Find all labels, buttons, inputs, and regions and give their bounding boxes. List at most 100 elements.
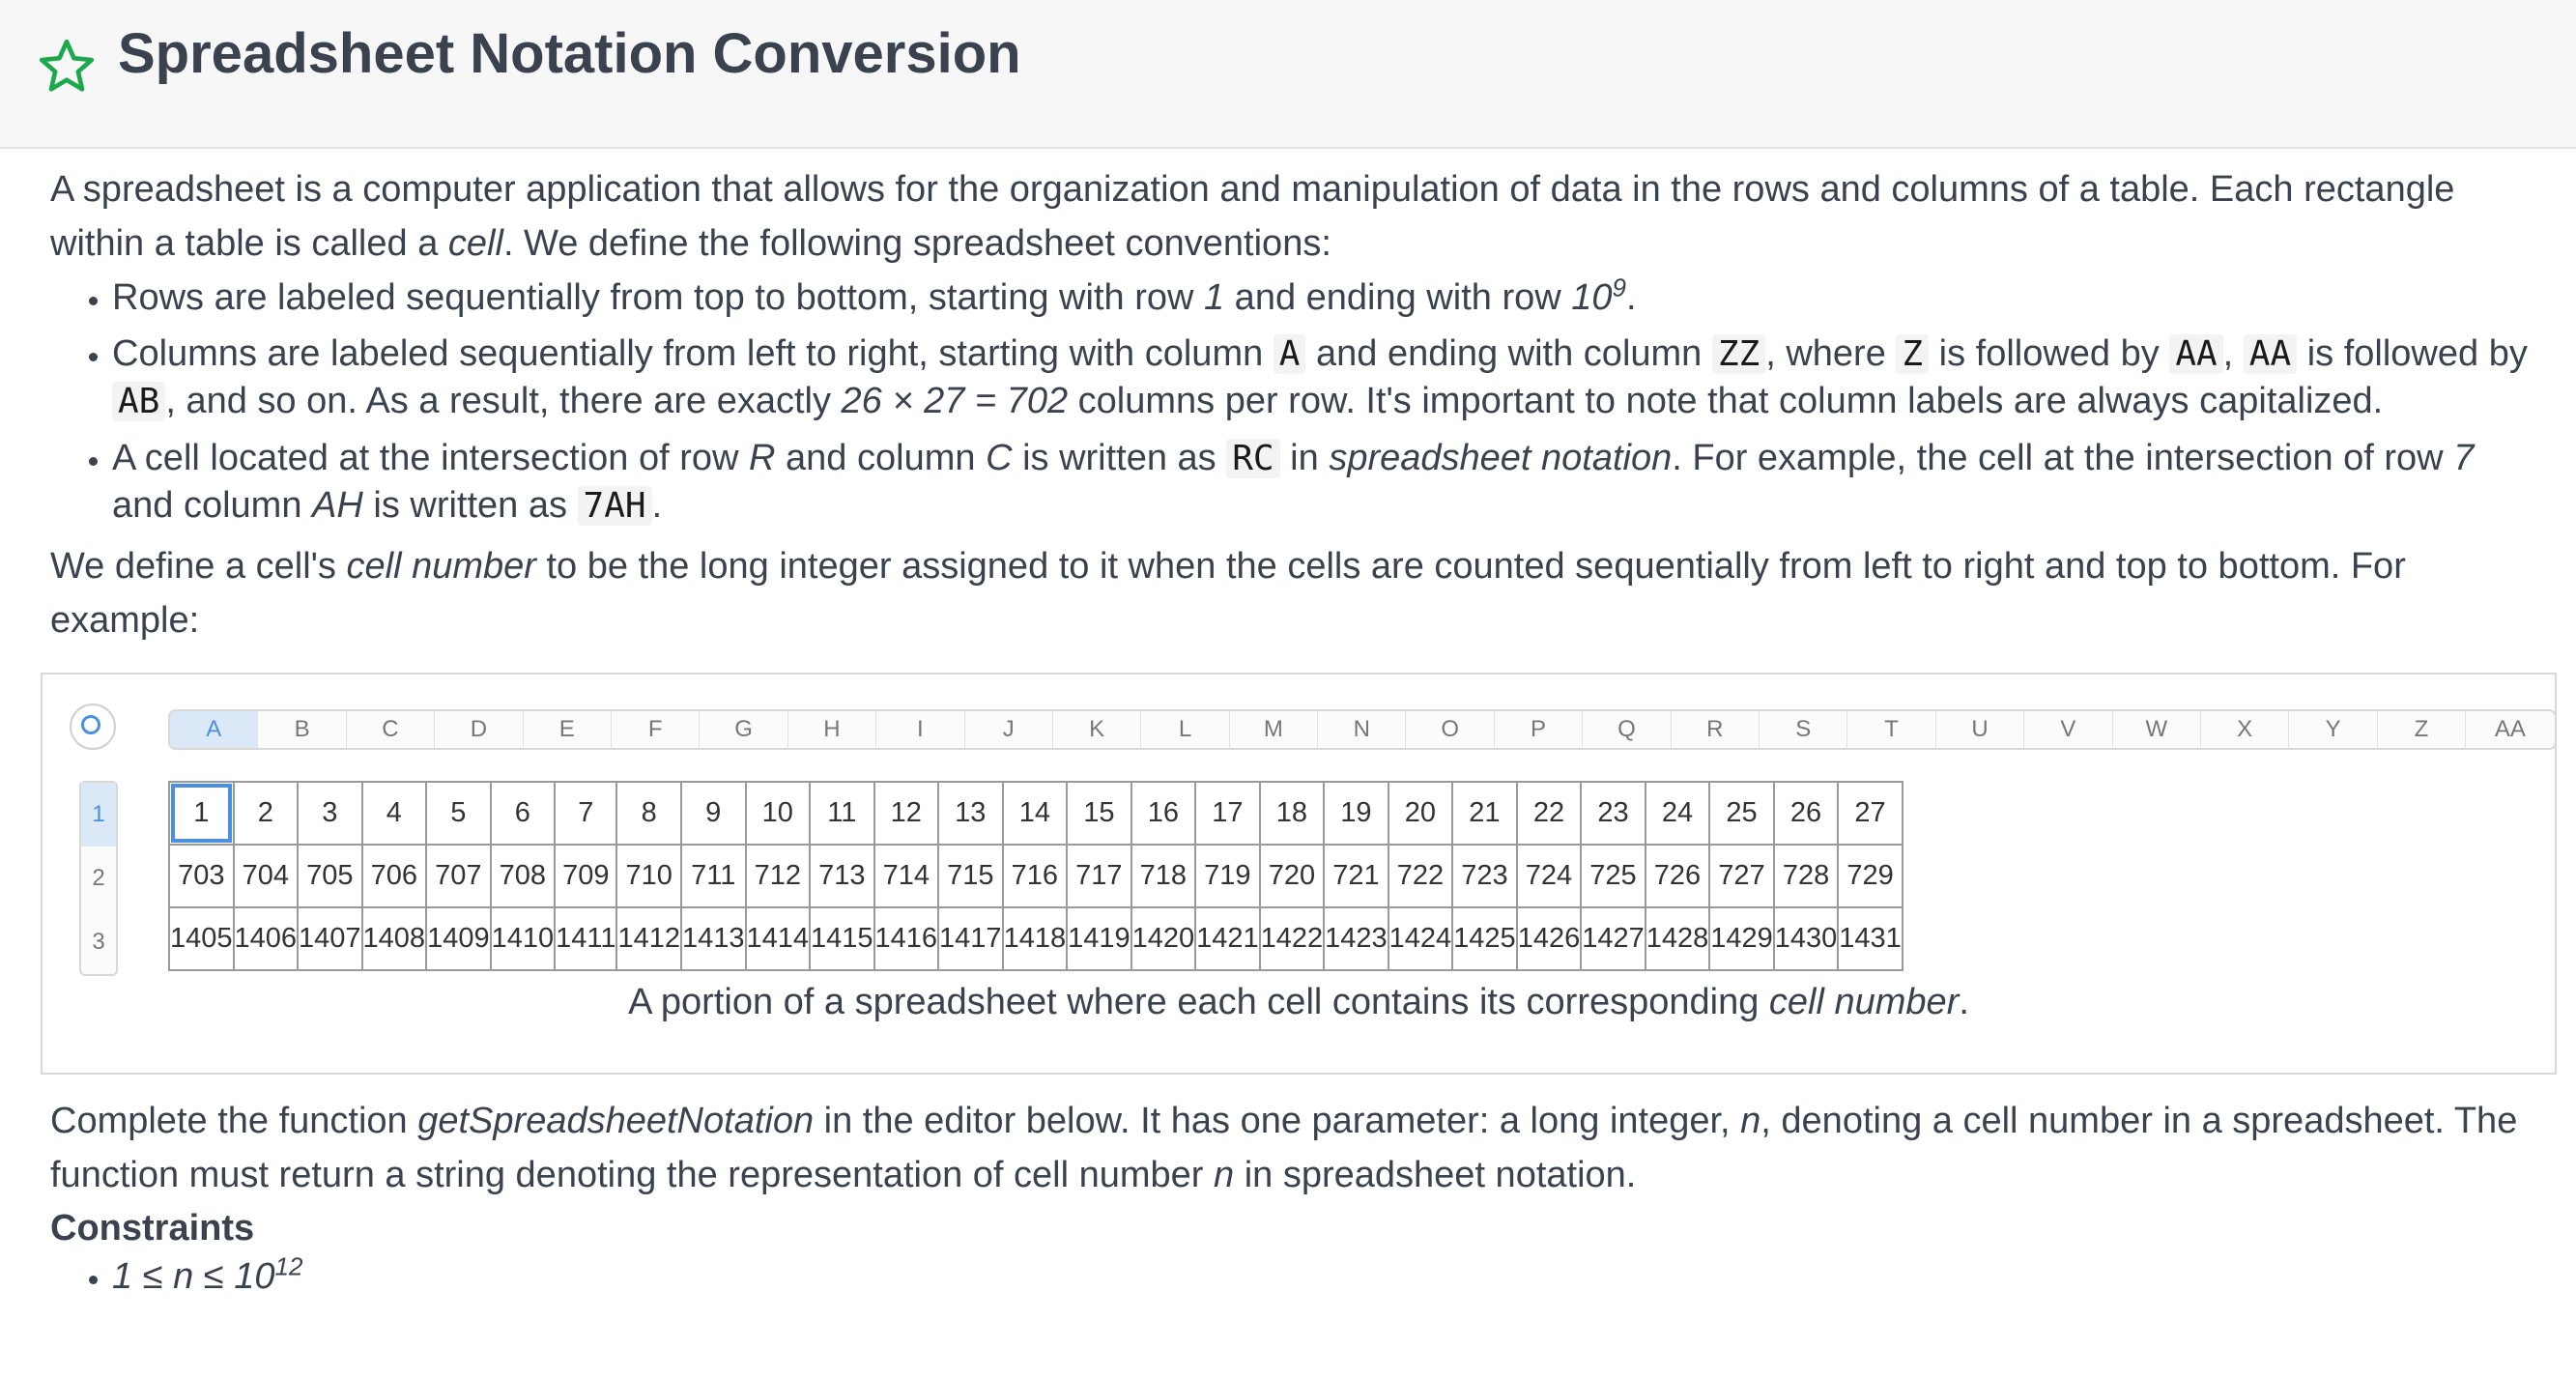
table-cell: 721 [1323, 844, 1389, 908]
column-header: T [1847, 711, 1936, 748]
spreadsheet-figure: A B C D E F G H I J K L M N O P Q R S T U V W X Y Z AA 123 1234567… [41, 673, 2557, 1075]
table-cell: 14 [1001, 781, 1069, 846]
table-cell: 719 [1194, 844, 1261, 908]
table-cell: 723 [1451, 844, 1518, 908]
table-cell: 7 [554, 781, 618, 846]
table-cell: 1422 [1258, 906, 1326, 971]
table-row: 1405 1406 1407 1408 1409 1410 1411 1412 1413 1414… [168, 906, 1903, 971]
table-cell: 1406 [232, 906, 300, 971]
table-cell: 22 [1515, 781, 1583, 846]
table-cell: 705 [297, 844, 363, 908]
table-cell: 1425 [1451, 906, 1518, 971]
table-cell: 2 [232, 781, 300, 846]
column-header: M [1230, 711, 1319, 748]
conventions-list: Rows are labeled sequentially from top t… [50, 274, 2543, 530]
table-cell: 1420 [1130, 906, 1197, 971]
column-header: H [788, 711, 877, 748]
table-row: 703 704 705 706 707 708 709 710 711 712 713 714 715 7… [168, 844, 1903, 908]
table-cell: 8 [615, 781, 682, 846]
column-header: O [1406, 711, 1495, 748]
table-cell: 718 [1130, 844, 1197, 908]
column-header-bar: A B C D E F G H I J K L M N O P Q R S T U V W X Y Z AA [168, 709, 2557, 750]
list-item: Columns are labeled sequentially from le… [112, 330, 2543, 425]
table-cell: 1409 [425, 906, 492, 971]
table-cell: 1405 [168, 906, 235, 971]
table-cell: 1411 [554, 906, 618, 971]
column-header: G [700, 711, 788, 748]
table-cell: 1419 [1066, 906, 1132, 971]
table-cell: 1410 [489, 906, 557, 971]
row-header-bar: 1 2 3 [79, 781, 118, 976]
column-header: I [876, 711, 965, 748]
table-cell: 1429 [1708, 906, 1775, 971]
table-cell: 715 [937, 844, 1004, 908]
table-cell: 1412 [615, 906, 682, 971]
table-cell: 1417 [937, 906, 1004, 971]
constraint-item: 1 ≤ n ≤ 1012 [112, 1253, 2543, 1300]
table-cell: 706 [360, 844, 428, 908]
column-header: A [170, 711, 259, 748]
star-icon[interactable] [37, 37, 97, 97]
table-cell: 23 [1580, 781, 1646, 846]
column-header: B [258, 711, 347, 748]
intro-paragraph: A spreadsheet is a computer application … [50, 169, 2455, 264]
table-cell: 1421 [1194, 906, 1261, 971]
table-cell: 11 [809, 781, 875, 846]
column-header: Z [2378, 711, 2467, 748]
table-cell: 1415 [809, 906, 875, 971]
table-cell: 19 [1323, 781, 1389, 846]
table-cell: 13 [937, 781, 1004, 846]
table-cell: 4 [360, 781, 428, 846]
table-cell: 9 [679, 781, 747, 846]
table-row: 1 2 3 4 5 6 7 8 9 10 11 12 13 14 15 16 17 18 19 20 21 22 23 24 2… [168, 781, 1903, 846]
table-cell: 15 [1066, 781, 1132, 846]
column-header: L [1141, 711, 1230, 748]
table-cell: 1430 [1772, 906, 1840, 971]
column-header: K [1053, 711, 1142, 748]
table-cell: 710 [615, 844, 682, 908]
table-cell: 1423 [1323, 906, 1389, 971]
column-header: J [965, 711, 1053, 748]
table-cell: 16 [1130, 781, 1197, 846]
table-cell: 17 [1194, 781, 1261, 846]
table-cell: 5 [425, 781, 492, 846]
table-cell: 1418 [1001, 906, 1069, 971]
table-cell: 1407 [297, 906, 363, 971]
list-item: Rows are labeled sequentially from top t… [112, 274, 2543, 321]
column-header: R [1672, 711, 1760, 748]
column-header: S [1760, 711, 1848, 748]
table-cell: 18 [1258, 781, 1326, 846]
table-cell: 714 [873, 844, 940, 908]
table-cell: 707 [425, 844, 492, 908]
column-header: D [435, 711, 524, 748]
column-header: Y [2289, 711, 2378, 748]
table-cell: 728 [1772, 844, 1840, 908]
table-cell: 24 [1644, 781, 1711, 846]
column-header: U [1936, 711, 2025, 748]
table-cell: 726 [1644, 844, 1711, 908]
table-cell: 1424 [1387, 906, 1454, 971]
table-cell: 20 [1387, 781, 1454, 846]
constraints-list: 1 ≤ n ≤ 1012 [50, 1253, 2543, 1300]
column-header: X [2201, 711, 2290, 748]
table-cell: 1413 [679, 906, 747, 971]
column-header: V [2024, 711, 2113, 748]
column-header: N [1318, 711, 1407, 748]
table-cell: 709 [554, 844, 618, 908]
table-cell: 1408 [360, 906, 428, 971]
table-cell: 1 [168, 781, 235, 846]
table-cell: 716 [1001, 844, 1069, 908]
table-cell: 1414 [744, 906, 812, 971]
table-cell: 713 [809, 844, 875, 908]
table-cell: 26 [1772, 781, 1840, 846]
table-cell: 725 [1580, 844, 1646, 908]
problem-statement: A spreadsheet is a computer application … [41, 162, 2557, 1309]
page-title: Spreadsheet Notation Conversion [118, 22, 1021, 85]
table-cell: 27 [1837, 781, 1903, 846]
page-header: Spreadsheet Notation Conversion [0, 0, 2576, 149]
table-cell: 1428 [1644, 906, 1711, 971]
table-cell: 6 [489, 781, 557, 846]
list-item: A cell located at the intersection of ro… [112, 435, 2543, 530]
table-cell: 708 [489, 844, 557, 908]
row-header: 1 [81, 783, 116, 847]
